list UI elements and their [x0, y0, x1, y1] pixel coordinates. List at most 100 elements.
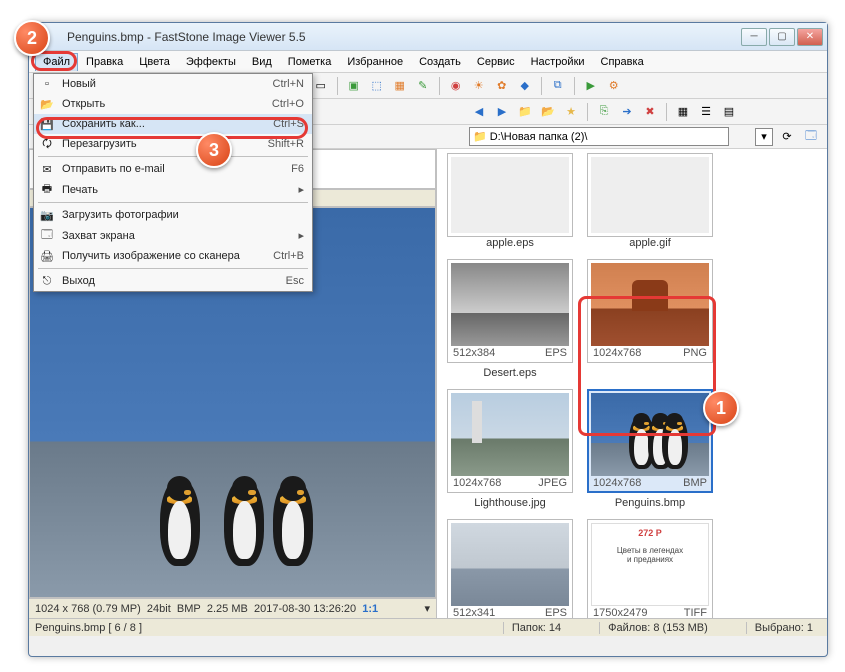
menu-separator — [38, 268, 308, 269]
menu-item-capture[interactable]: 🗔Захват экрана▸ — [34, 225, 312, 246]
reload-icon: 🗘 — [39, 136, 55, 152]
sharpen-icon[interactable]: ◆ — [515, 76, 535, 96]
clone-icon[interactable]: ✎ — [413, 76, 433, 96]
thumb-format: JPEG — [538, 477, 567, 489]
file-menu-dropdown: ▫НовыйCtrl+N📂ОткрытьCtrl+O💾Сохранить как… — [33, 73, 313, 292]
path-input[interactable]: 📁 D:\Новая папка (2)\ — [469, 127, 729, 146]
thumb-filename: apple.gif — [629, 237, 671, 249]
thumb-frame: 272 PЦветы в легендахи преданиях1750x247… — [587, 519, 713, 618]
save-icon: 💾 — [39, 116, 55, 132]
menu-favorites[interactable]: Избранное — [339, 53, 411, 71]
nav-back-icon[interactable]: ◀ — [469, 102, 489, 122]
thumbnail-browser[interactable]: apple.epsapple.gif512x384EPSDesert.eps10… — [437, 149, 827, 618]
status-ratio: 1:1 — [362, 603, 378, 615]
menu-service[interactable]: Сервис — [469, 53, 523, 71]
history-button[interactable]: ▾ — [755, 128, 773, 146]
thumbnail[interactable]: apple.eps — [445, 153, 575, 249]
menu-shortcut: F6 — [291, 163, 304, 175]
view-thumbs-icon[interactable]: ▦ — [673, 102, 693, 122]
menu-item-print[interactable]: 🖶Печать▸ — [34, 179, 312, 200]
thumbnail[interactable]: 1024x768BMPPenguins.bmp — [585, 389, 715, 509]
open-icon: 📂 — [39, 96, 55, 112]
thumbnail[interactable]: 512x384EPSDesert.eps — [445, 259, 575, 379]
color-icon[interactable]: ✿ — [492, 76, 512, 96]
menu-view[interactable]: Вид — [244, 53, 280, 71]
menu-item-open[interactable]: 📂ОткрытьCtrl+O — [34, 94, 312, 114]
refresh-icon[interactable]: ⟳ — [777, 127, 797, 147]
resize-icon[interactable]: ⬚ — [367, 76, 387, 96]
menu-item-label: Перезагрузить — [62, 138, 137, 150]
history-dropdown-icon[interactable]: ▾ — [424, 602, 430, 615]
menu-help[interactable]: Справка — [593, 53, 652, 71]
compare-icon[interactable]: ⧉ — [548, 76, 568, 96]
thumb-dims: 512x341 — [453, 607, 495, 618]
separator — [574, 77, 575, 95]
folder-up-icon[interactable]: 📁 — [515, 102, 535, 122]
thumbnail[interactable]: 1024x768PNGDesert.png — [585, 259, 715, 379]
thumb-image: 272 PЦветы в легендахи преданиях — [591, 523, 709, 606]
menu-effects[interactable]: Эффекты — [178, 53, 244, 71]
menu-item-label: Получить изображение со сканера — [62, 250, 240, 262]
menu-create[interactable]: Создать — [411, 53, 469, 71]
thumbnail[interactable]: 272 PЦветы в легендахи преданиях1750x247… — [585, 519, 715, 618]
status-dims: 1024 x 768 (0.79 MP) — [35, 603, 141, 615]
menu-item-exit[interactable]: ⎋ВыходEsc — [34, 271, 312, 291]
callout-3: 3 — [196, 132, 232, 168]
maximize-button[interactable]: ▢ — [769, 28, 795, 46]
select-icon[interactable]: ▭ — [311, 76, 331, 96]
menu-file[interactable]: Файл — [35, 53, 78, 71]
menu-edit[interactable]: Правка — [78, 53, 131, 71]
thumb-dims: 512x384 — [453, 347, 495, 359]
thumb-image — [451, 393, 569, 476]
favorite-icon[interactable]: ★ — [561, 102, 581, 122]
menu-item-mail[interactable]: ✉Отправить по e-mailF6 — [34, 159, 312, 179]
menu-item-reload[interactable]: 🗘ПерезагрузитьShift+R — [34, 134, 312, 154]
menu-item-new[interactable]: ▫НовыйCtrl+N — [34, 74, 312, 94]
thumb-frame — [587, 153, 713, 237]
close-button[interactable]: ✕ — [797, 28, 823, 46]
thumb-image — [451, 523, 569, 606]
move-icon[interactable]: ➔ — [617, 102, 637, 122]
menu-item-upload[interactable]: 📷Загрузить фотографии — [34, 205, 312, 225]
menu-item-save[interactable]: 💾Сохранить как...Ctrl+S — [34, 114, 312, 134]
slideshow-icon[interactable]: ▶ — [581, 76, 601, 96]
explore-icon[interactable]: 🗔 — [801, 127, 821, 147]
window-buttons: ─ ▢ ✕ — [741, 28, 823, 46]
menu-mark[interactable]: Пометка — [280, 53, 340, 71]
settings-icon[interactable]: ⚙ — [604, 76, 624, 96]
footer-folders: Папок: 14 — [503, 622, 569, 634]
view-list-icon[interactable]: ☰ — [696, 102, 716, 122]
status-date: 2017-08-30 13:26:20 — [254, 603, 356, 615]
folder-new-icon[interactable]: 📂 — [538, 102, 558, 122]
folder-icon: 📁 — [473, 130, 487, 143]
menu-item-label: Выход — [62, 275, 95, 287]
nav-fwd-icon[interactable]: ▶ — [492, 102, 512, 122]
crop-icon[interactable]: ▣ — [344, 76, 364, 96]
status-fmt: BMP — [177, 603, 201, 615]
thumbnail[interactable]: 512x341EPSVladivostok-port.eps — [445, 519, 575, 618]
copy-icon[interactable]: ⎘ — [594, 102, 614, 122]
canvas-icon[interactable]: ▦ — [390, 76, 410, 96]
redeye-icon[interactable]: ◉ — [446, 76, 466, 96]
thumb-frame: 1024x768BMP — [587, 389, 713, 493]
menu-separator — [38, 156, 308, 157]
minimize-button[interactable]: ─ — [741, 28, 767, 46]
view-details-icon[interactable]: ▤ — [719, 102, 739, 122]
thumb-image — [591, 263, 709, 346]
menu-settings[interactable]: Настройки — [523, 53, 593, 71]
menu-colors[interactable]: Цвета — [131, 53, 178, 71]
thumb-format: TIFF — [684, 607, 707, 618]
delete-icon[interactable]: ✖ — [640, 102, 660, 122]
separator — [541, 77, 542, 95]
thumb-dims: 1024x768 — [593, 477, 641, 489]
thumb-meta: 1750x2479 TIFF — [591, 606, 709, 618]
thumbnail[interactable]: 1024x768JPEGLighthouse.jpg — [445, 389, 575, 509]
menu-item-scan[interactable]: 🖨Получить изображение со сканераCtrl+B — [34, 246, 312, 266]
thumbnail[interactable]: apple.gif — [585, 153, 715, 249]
thumb-dims: 1750x2479 — [593, 607, 647, 618]
menu-separator — [38, 202, 308, 203]
thumb-frame: 512x341EPS — [447, 519, 573, 618]
menu-shortcut: Ctrl+B — [273, 250, 304, 262]
menu-item-label: Печать — [62, 184, 98, 196]
adjust-icon[interactable]: ☀ — [469, 76, 489, 96]
